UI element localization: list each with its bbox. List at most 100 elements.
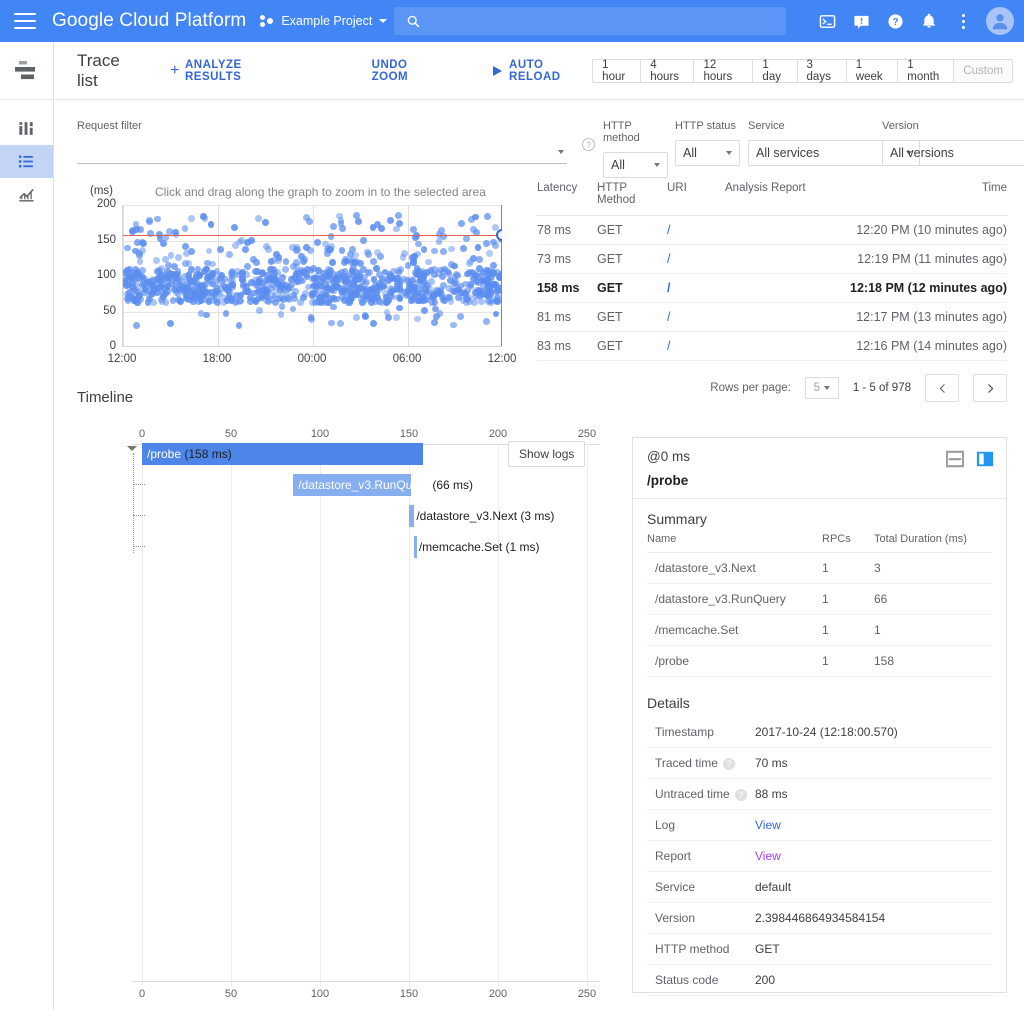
summary-cell-duration: 3 [874,552,992,584]
y-tick-label: 50 [103,304,116,317]
cell-uri[interactable]: / [667,310,725,324]
analyze-results-label: ANALYZE RESULTS [184,58,242,83]
chevron-right-icon [987,383,993,393]
summary-col-name: Name [647,533,822,553]
y-tick-label: 0 [109,340,116,352]
help-circle-icon[interactable]: ? [722,757,735,770]
detail-row: Log View [647,809,992,841]
col-uri: URI [667,182,687,194]
chevron-left-icon [939,383,945,393]
range-3-days[interactable]: 3 days [797,58,847,83]
show-logs-button[interactable]: Show logs [508,441,586,467]
span-label: /datastore_v3.Next (3 ms) [416,509,555,523]
more-vert-icon[interactable] [948,6,978,36]
split-vertical-icon[interactable] [976,450,994,473]
avatar[interactable] [986,7,1014,35]
scatter-plot-area[interactable] [122,205,502,347]
selected-point-marker[interactable] [496,228,502,241]
next-page-button[interactable] [973,374,1007,402]
span-bar[interactable] [414,536,417,558]
sidebar-item-analysis-reports[interactable] [0,178,53,211]
summary-header-row: Name RPCs Total Duration (ms) [647,533,992,553]
auto-reload-button[interactable]: AUTO RELOAD [493,59,592,83]
help-circle-icon[interactable]: ? [734,788,747,801]
notifications-icon[interactable] [914,6,944,36]
chevron-down-icon [379,19,388,23]
version-select[interactable]: All versions [882,140,1024,166]
view-link[interactable]: View [755,818,781,832]
table-row[interactable]: 83 ms GET / 12:16 PM (14 minutes ago) [537,332,1007,361]
sidebar-item-trace-list[interactable] [0,145,53,178]
detail-value: 88 ms [755,778,992,810]
detail-value: 70 ms [755,747,992,779]
help-circle-icon[interactable]: ? [582,138,595,151]
cell-time: 12:19 PM (11 minutes ago) [857,252,1007,266]
sidebar-item-overview[interactable] [0,112,53,145]
x-tick-label: 06:00 [392,353,422,365]
version-value: All versions [890,146,954,160]
undo-zoom-button[interactable]: UNDO ZOOM [372,59,443,83]
y-tick-label: 150 [96,233,116,246]
chevron-down-icon [654,163,660,167]
cell-uri[interactable]: / [667,281,725,295]
hamburger-icon[interactable] [14,13,36,29]
cloud-shell-icon[interactable] [812,6,842,36]
table-row[interactable]: 73 ms GET / 12:19 PM (11 minutes ago) [537,245,1007,274]
table-header: Latency HTTP Method URI Analysis Report … [537,182,1007,216]
rows-per-page-select[interactable]: 5 [804,377,839,399]
feedback-icon[interactable] [846,6,876,36]
triangle-down-icon[interactable] [127,446,137,451]
search-input[interactable] [394,7,786,35]
cell-uri[interactable]: / [667,339,725,353]
rows-per-page-value: 5 [813,382,821,394]
play-icon [493,65,503,76]
gridline-v [408,205,409,346]
range-1-hour[interactable]: 1 hour [592,58,642,83]
help-icon[interactable]: ? [880,6,910,36]
detail-value: 2017-10-24 (12:18:00.570) [755,717,992,748]
table-row[interactable]: 81 ms GET / 12:17 PM (13 minutes ago) [537,303,1007,332]
view-link[interactable]: View [755,849,781,863]
detail-key: Report [647,840,755,872]
timeline-bottom-axis [132,981,599,982]
span-bar[interactable] [409,505,415,527]
col-time: Time [981,182,1007,194]
range-1-month[interactable]: 1 month [898,58,955,83]
range-1-week[interactable]: 1 week [846,58,899,83]
svg-text:?: ? [892,17,898,28]
range-12-hours[interactable]: 12 hours [694,58,754,83]
cell-http-method: GET [597,310,623,324]
analyze-results-button[interactable]: + ANALYZE RESULTS [170,59,294,83]
brand-title: Google Cloud Platform [52,10,247,31]
span-name: /probe [647,473,689,488]
plus-icon: + [170,61,180,79]
threshold-line [123,234,502,236]
range-4-hours[interactable]: 4 hours [641,58,695,83]
detail-key: Timestamp [647,717,755,748]
split-horizontal-icon[interactable] [945,450,965,473]
span-label: /probe (158 ms) [147,447,232,461]
selection-line [501,205,502,346]
timeline-bottom-tick-label: 250 [577,988,597,1000]
project-selector[interactable]: Example Project [260,14,388,28]
cell-latency: 78 ms [537,223,572,237]
summary-cell-rpcs: 1 [822,552,874,584]
http-status-label: HTTP status [675,120,736,132]
cell-uri[interactable]: / [667,223,725,237]
detail-value: GET [755,933,992,965]
range-1-day[interactable]: 1 day [753,58,798,83]
tree-branch [133,546,145,547]
http-status-select[interactable]: All [675,140,740,166]
table-row[interactable]: 78 ms GET / 12:20 PM (10 minutes ago) [537,216,1007,245]
timeline-tick-label: 200 [488,428,508,440]
http-method-select[interactable]: All [603,152,668,178]
cell-time: 12:18 PM (12 minutes ago) [850,281,1007,295]
cell-uri[interactable]: / [667,252,725,266]
request-filter-input[interactable] [77,140,567,164]
col-latency: Latency [537,182,578,194]
prev-page-button[interactable] [925,374,959,402]
range-custom[interactable]: Custom [954,58,1013,83]
table-row[interactable]: 158 ms GET / 12:18 PM (12 minutes ago) [537,274,1007,303]
cell-latency: 83 ms [537,339,572,353]
http-status-value: All [683,146,697,160]
